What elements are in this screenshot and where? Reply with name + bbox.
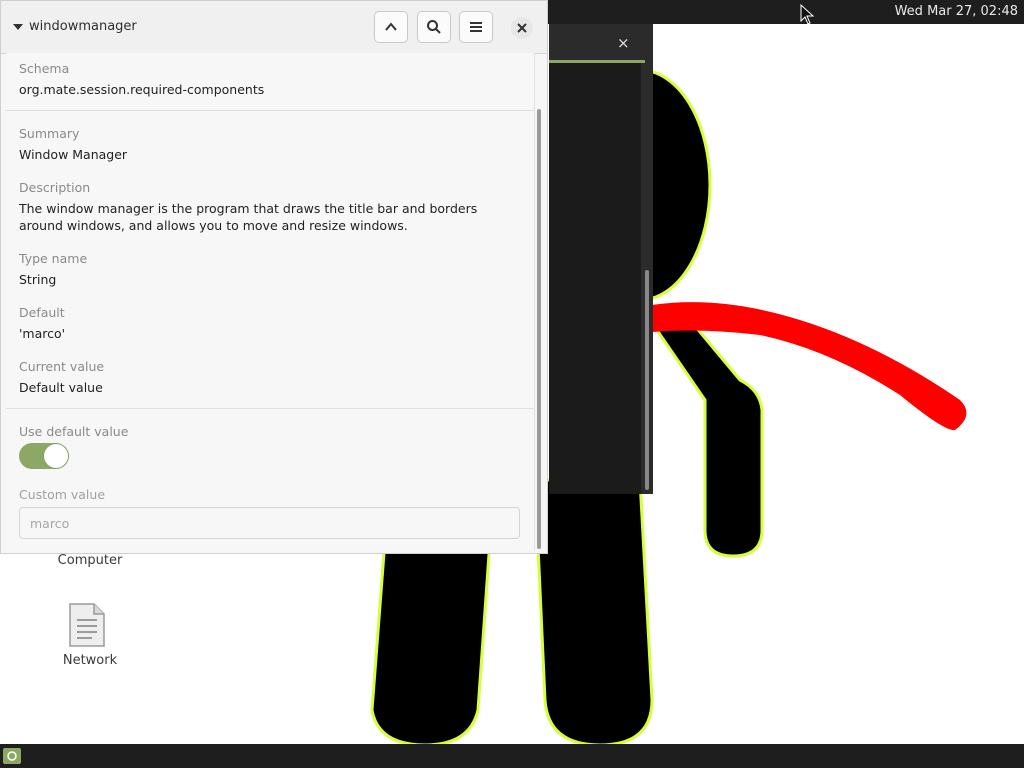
scrollbar-thumb[interactable] xyxy=(537,109,541,549)
description-label: Description xyxy=(19,180,91,195)
current-value: Default value xyxy=(19,380,103,395)
default-label: Default xyxy=(19,305,65,320)
key-properties-panel: Schema org.mate.session.required-compone… xyxy=(6,53,535,551)
summary-value: Window Manager xyxy=(19,147,128,162)
path-dropdown-arrow-icon[interactable] xyxy=(13,24,23,30)
mouse-cursor-icon xyxy=(800,4,815,25)
type-name-label: Type name xyxy=(19,251,88,266)
default-value: 'marco' xyxy=(19,326,66,341)
separator xyxy=(6,408,534,409)
current-value-label: Current value xyxy=(19,359,105,374)
close-icon[interactable]: × xyxy=(617,34,630,52)
schema-value: org.mate.session.required-components xyxy=(19,82,265,97)
background-window-body xyxy=(549,63,641,494)
window-title[interactable]: windowmanager xyxy=(29,19,137,34)
close-icon xyxy=(517,23,527,33)
desktop-icon-network-label[interactable]: Network xyxy=(40,653,140,668)
separator xyxy=(6,110,534,111)
background-window-header[interactable]: × xyxy=(549,24,653,60)
header-bar[interactable]: windowmanager xyxy=(1,1,547,54)
use-default-label: Use default value xyxy=(19,424,129,439)
clock[interactable]: Wed Mar 27, 02:48 xyxy=(895,4,1018,19)
search-icon xyxy=(427,20,441,34)
chevron-up-icon xyxy=(385,22,397,31)
search-button[interactable] xyxy=(417,11,451,43)
desktop-icon-computer-label[interactable]: Computer xyxy=(40,553,140,568)
go-up-button[interactable] xyxy=(374,11,408,43)
main-menu-button[interactable] xyxy=(3,748,21,764)
use-default-toggle[interactable] xyxy=(19,443,69,469)
custom-value-label: Custom value xyxy=(19,487,106,502)
background-window-scrollbar[interactable] xyxy=(645,270,649,490)
dconf-editor-window[interactable]: windowmanager Schema org.mate.session.re… xyxy=(0,0,548,554)
custom-value-input[interactable] xyxy=(19,507,520,539)
bottom-panel xyxy=(0,744,1024,768)
summary-label: Summary xyxy=(19,126,80,141)
schema-label: Schema xyxy=(19,61,70,76)
hamburger-menu-icon xyxy=(470,22,482,32)
network-file-icon[interactable] xyxy=(68,602,106,648)
type-name-value: String xyxy=(19,272,57,287)
close-button[interactable] xyxy=(511,17,533,39)
toggle-knob xyxy=(44,444,68,468)
description-value: The window manager is the program that d… xyxy=(19,201,478,233)
menu-logo-icon xyxy=(7,751,17,761)
menu-button[interactable] xyxy=(459,11,493,43)
top-panel: Wed Mar 27, 02:48 xyxy=(548,0,1024,24)
background-window[interactable]: × xyxy=(549,24,653,494)
